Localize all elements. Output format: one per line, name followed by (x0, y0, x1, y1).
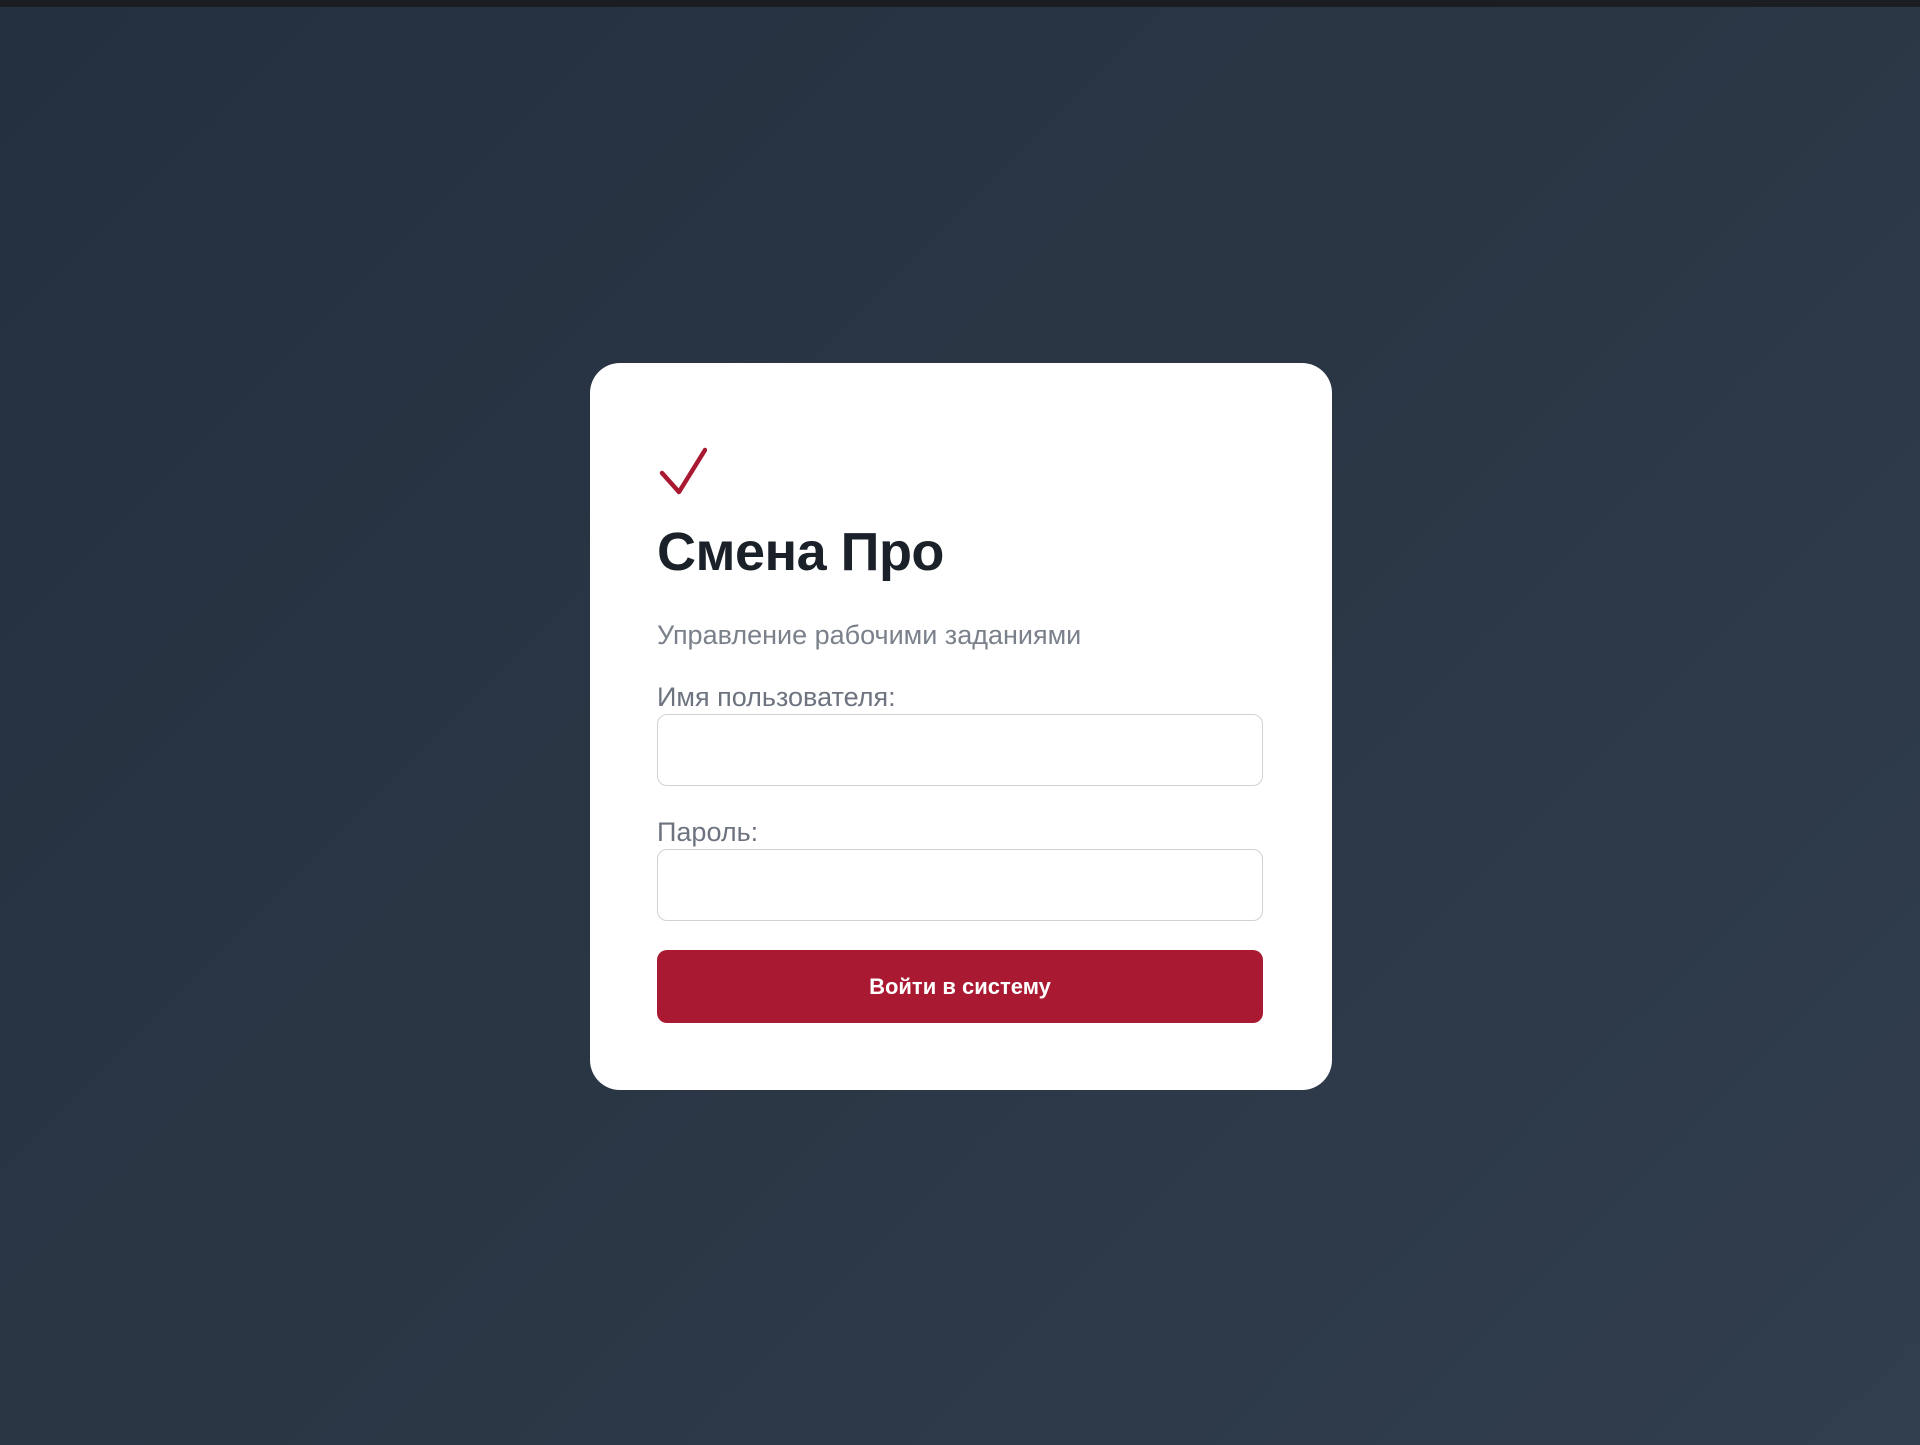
login-card: Смена Про Управление рабочими заданиями … (590, 363, 1332, 1090)
password-input[interactable] (657, 849, 1263, 921)
login-button[interactable]: Войти в систему (657, 950, 1263, 1023)
username-input[interactable] (657, 714, 1263, 786)
username-label: Имя пользователя: (657, 682, 896, 712)
checkmark-icon (657, 446, 707, 496)
app-subtitle: Управление рабочими заданиями (657, 620, 1082, 650)
app-title: Смена Про (657, 522, 944, 582)
window-top-bar (0, 0, 1920, 7)
password-label: Пароль: (657, 817, 759, 847)
